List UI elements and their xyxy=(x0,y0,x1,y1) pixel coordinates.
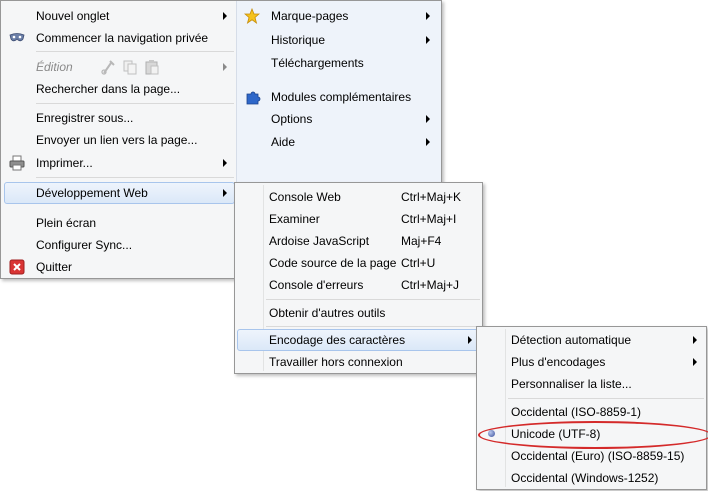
menu-item-navigation-privee[interactable]: Commencer la navigation privée xyxy=(3,27,235,49)
menu-item-detection-auto[interactable]: Détection automatique xyxy=(477,329,706,351)
menu-item-label: Modules complémentaires xyxy=(271,90,412,104)
menu-item-label: Nouvel onglet xyxy=(36,9,110,23)
menu-item-label: Configurer Sync... xyxy=(36,238,133,252)
menu-item-label: Historique xyxy=(271,33,326,47)
submenu-arrow-icon xyxy=(693,358,697,366)
menu-separator xyxy=(36,51,234,52)
submenu-arrow-icon xyxy=(693,336,697,344)
menu-item-encodage-caracteres[interactable]: Encodage des caractères xyxy=(237,329,480,351)
menu-item-hors-connexion[interactable]: Travailler hors connexion xyxy=(235,351,482,373)
menu-item-label: Rechercher dans la page... xyxy=(36,82,181,96)
menu-item-imprimer[interactable]: Imprimer... xyxy=(3,152,235,174)
dev-web-submenu: Console Web Ctrl+Maj+K Examiner Ctrl+Maj… xyxy=(234,182,483,374)
menu-item-label: Occidental (ISO-8859-1) xyxy=(511,405,642,419)
menu-item-shortcut: Ctrl+Maj+I xyxy=(401,212,457,226)
menu-item-label: Code source de la page xyxy=(269,256,397,270)
menu-item-label: Commencer la navigation privée xyxy=(36,31,209,45)
menu-item-label: Travailler hors connexion xyxy=(269,355,403,369)
quit-icon xyxy=(9,259,25,275)
menu-item-console-erreurs[interactable]: Console d'erreurs Ctrl+Maj+J xyxy=(235,274,482,296)
menu-item-label: Options xyxy=(271,112,313,126)
cut-icon[interactable] xyxy=(100,59,116,75)
menu-item-options[interactable]: Options xyxy=(237,108,441,130)
menu-item-label: Plus d'encodages xyxy=(511,355,606,369)
menu-item-label: Imprimer... xyxy=(36,156,93,170)
menu-item-windows-1252[interactable]: Occidental (Windows-1252) xyxy=(477,467,706,489)
menu-separator xyxy=(508,398,704,399)
menu-item-label: Détection automatique xyxy=(511,333,632,347)
menu-item-label: Quitter xyxy=(36,260,73,274)
menu-item-label: Envoyer un lien vers la page... xyxy=(36,133,198,147)
star-icon xyxy=(243,7,261,24)
menu-item-label: Examiner xyxy=(269,212,320,226)
mask-icon xyxy=(9,30,25,46)
menu-item-examiner[interactable]: Examiner Ctrl+Maj+I xyxy=(235,208,482,230)
menu-item-ardoise-javascript[interactable]: Ardoise JavaScript Maj+F4 xyxy=(235,230,482,252)
menu-item-shortcut: Ctrl+U xyxy=(401,256,436,270)
menu-item-configurer-sync[interactable]: Configurer Sync... xyxy=(3,234,235,256)
paste-icon[interactable] xyxy=(144,59,160,75)
menu-item-quitter[interactable]: Quitter xyxy=(3,256,235,278)
menu-item-label: Console d'erreurs xyxy=(269,278,364,292)
menu-item-label: Édition xyxy=(36,60,73,74)
menu-item-edition[interactable]: Édition xyxy=(3,56,235,78)
menu-item-nouvel-onglet[interactable]: Nouvel onglet xyxy=(3,5,235,27)
submenu-arrow-icon xyxy=(426,138,430,146)
menu-item-label: Développement Web xyxy=(36,186,148,200)
menu-separator xyxy=(266,299,480,300)
menu-item-shortcut: Ctrl+Maj+J xyxy=(401,278,460,292)
submenu-arrow-icon xyxy=(223,189,227,197)
menu-item-aide[interactable]: Aide xyxy=(237,131,441,153)
submenu-arrow-icon xyxy=(223,63,227,71)
menu-item-shortcut: Ctrl+Maj+K xyxy=(401,190,462,204)
menu-item-rechercher[interactable]: Rechercher dans la page... xyxy=(3,78,235,100)
menu-item-marque-pages[interactable]: Marque-pages xyxy=(237,5,441,27)
menu-item-personnaliser-liste[interactable]: Personnaliser la liste... xyxy=(477,373,706,395)
menu-item-label: Aide xyxy=(271,135,296,149)
menu-separator xyxy=(266,326,480,327)
menu-separator xyxy=(36,177,234,178)
menu-item-envoyer-lien[interactable]: Envoyer un lien vers la page... xyxy=(3,129,235,151)
menu-item-historique[interactable]: Historique xyxy=(237,29,441,51)
menu-item-plus-encodages[interactable]: Plus d'encodages xyxy=(477,351,706,373)
menu-item-label: Obtenir d'autres outils xyxy=(269,306,386,320)
submenu-arrow-icon xyxy=(223,12,227,20)
menu-item-label: Téléchargements xyxy=(271,56,364,70)
menu-separator xyxy=(36,103,234,104)
menu-item-label: Encodage des caractères xyxy=(269,333,406,347)
submenu-arrow-icon xyxy=(468,336,472,344)
menu-item-autres-outils[interactable]: Obtenir d'autres outils xyxy=(235,302,482,324)
menu-item-iso-8859-1[interactable]: Occidental (ISO-8859-1) xyxy=(477,401,706,423)
encoding-submenu: Détection automatique Plus d'encodages P… xyxy=(476,326,707,490)
submenu-arrow-icon xyxy=(426,36,430,44)
submenu-arrow-icon xyxy=(223,159,227,167)
menu-item-enregistrer[interactable]: Enregistrer sous... xyxy=(3,107,235,129)
menu-item-developpement-web[interactable]: Développement Web xyxy=(4,182,235,204)
menu-item-label: Console Web xyxy=(269,190,341,204)
annotation-ellipse xyxy=(478,421,708,449)
printer-icon xyxy=(9,155,25,171)
menu-item-console-web[interactable]: Console Web Ctrl+Maj+K xyxy=(235,186,482,208)
menu-item-modules[interactable]: Modules complémentaires xyxy=(237,86,441,108)
menu-item-plein-ecran[interactable]: Plein écran xyxy=(3,212,235,234)
menu-item-label: Plein écran xyxy=(36,216,97,230)
puzzle-icon xyxy=(245,89,261,105)
copy-icon[interactable] xyxy=(122,59,138,75)
menu-item-label: Enregistrer sous... xyxy=(36,111,134,125)
menu-item-label: Ardoise JavaScript xyxy=(269,234,370,248)
menu-item-code-source[interactable]: Code source de la page Ctrl+U xyxy=(235,252,482,274)
submenu-arrow-icon xyxy=(426,115,430,123)
menu-item-label: Marque-pages xyxy=(271,9,349,23)
menu-item-telechargements[interactable]: Téléchargements xyxy=(237,52,441,74)
menu-item-label: Personnaliser la liste... xyxy=(511,377,632,391)
menu-item-shortcut: Maj+F4 xyxy=(401,234,442,248)
submenu-arrow-icon xyxy=(426,12,430,20)
menu-item-label: Occidental (Windows-1252) xyxy=(511,471,659,485)
